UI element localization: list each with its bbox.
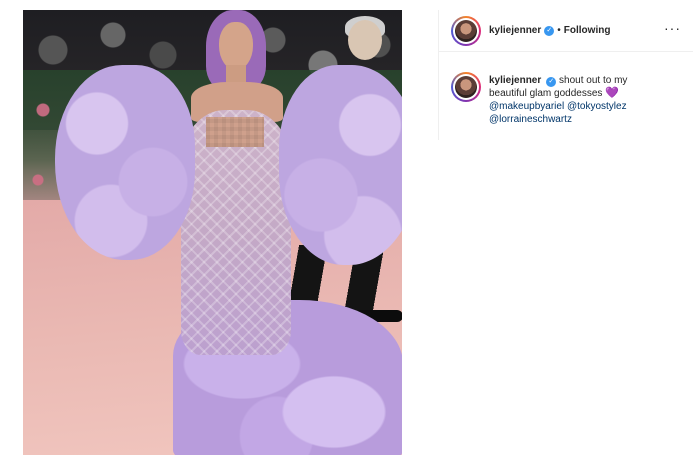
header-username[interactable]: kyliejenner (489, 25, 541, 36)
header-user-line: kyliejenner ✓ • Following (489, 25, 610, 36)
mention-link[interactable]: @makeupbyariel (489, 101, 564, 112)
post-header: kyliejenner ✓ • Following ··· (439, 10, 693, 52)
feather-sleeve-left (55, 65, 195, 260)
caption-text: kyliejenner ✓ shout out to my beautiful g… (489, 74, 659, 126)
mention-link[interactable]: @tokyostylez (567, 101, 627, 112)
following-button[interactable]: Following (564, 25, 611, 36)
more-options-icon[interactable]: ··· (664, 20, 681, 36)
comment-username[interactable]: kyliejenner (489, 75, 541, 86)
verified-badge-icon: ✓ (546, 76, 557, 87)
background-man-head (348, 20, 382, 60)
comment-avatar[interactable] (451, 72, 481, 102)
model-face (219, 22, 253, 70)
purple-heart-icon: 💜 (605, 87, 619, 99)
separator-dot: • (557, 25, 561, 36)
feather-sleeve-right (279, 65, 402, 265)
post-photo[interactable] (23, 10, 402, 455)
post-side-panel: kyliejenner ✓ • Following ··· kyliejenne… (438, 10, 693, 140)
profile-avatar[interactable] (451, 16, 481, 46)
verified-badge-icon: ✓ (544, 25, 555, 36)
mention-link[interactable]: @lorraineschwartz (489, 114, 572, 125)
pixelated-censor (206, 117, 264, 147)
